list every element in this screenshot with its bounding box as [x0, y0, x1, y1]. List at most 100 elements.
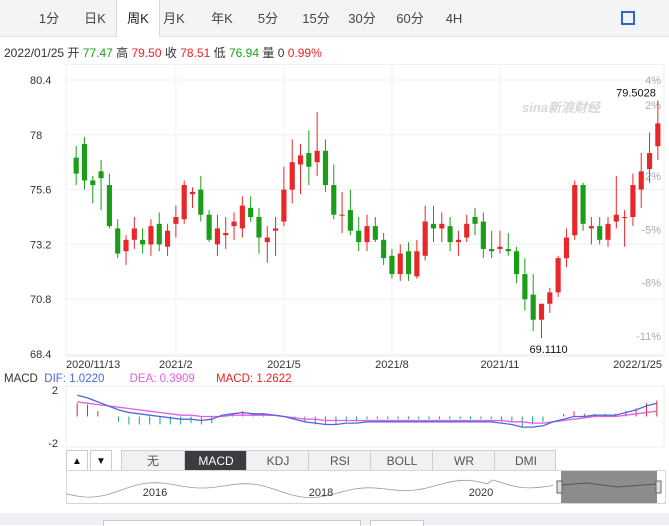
navigator-handle-right[interactable]	[655, 480, 662, 494]
tab-1[interactable]: 日K	[80, 0, 110, 36]
max-annotation: 79.5028	[616, 88, 656, 100]
candle-body	[314, 150, 320, 163]
candle-body	[389, 255, 395, 275]
indicator-rsi[interactable]: RSI	[308, 451, 371, 471]
candle-body	[638, 171, 644, 190]
kline-chart[interactable]: 80.4 78 75.6 73.2 70.8 68.4 4% 2% -2% -5% -8% -11% 2…	[0, 64, 669, 450]
fullscreen-icon[interactable]	[621, 11, 635, 25]
candle-body	[505, 248, 511, 252]
candle-body	[538, 303, 545, 320]
candle-body	[306, 153, 312, 167]
indicator-macd[interactable]: MACD	[184, 451, 247, 471]
candle-body	[364, 226, 370, 243]
bottom-input-right[interactable]	[370, 520, 424, 526]
y-tick-label: 78	[30, 130, 42, 142]
quote-date: 2022/01/25	[4, 46, 65, 60]
navigator-selection[interactable]	[561, 471, 657, 503]
tab-5[interactable]: 5分	[254, 0, 282, 36]
candle-body	[106, 185, 112, 227]
candle-body	[98, 171, 104, 179]
close-label: 收	[164, 46, 177, 60]
watermark: sina新浪财经	[522, 100, 602, 115]
dea-legend: DEA: 0.3909	[129, 373, 195, 385]
candle-body	[214, 228, 220, 245]
close-value: 78.51	[180, 46, 211, 60]
tab-2[interactable]: 周K	[116, 0, 160, 37]
tab-6[interactable]: 15分	[300, 0, 332, 36]
quote-line: 2022/01/25 开 77.47 高 79.50 收 78.51 低 76.…	[4, 44, 322, 61]
candle-body	[90, 180, 96, 186]
x-tick-label: 2020/11/13	[66, 359, 120, 371]
candle-body	[223, 232, 229, 236]
candle-body	[405, 251, 412, 275]
candle-body	[430, 223, 437, 229]
y-tick-label: 73.2	[30, 239, 51, 251]
tab-8[interactable]: 60分	[394, 0, 426, 36]
dif-line	[77, 394, 657, 428]
tab-0[interactable]: 1分	[35, 0, 63, 36]
indicator-boll[interactable]: BOLL	[370, 451, 433, 471]
y-tick-label: 68.4	[30, 349, 51, 361]
change-percent: 0.99%	[287, 46, 322, 60]
tab-7[interactable]: 30分	[346, 0, 378, 36]
arrow-down-button[interactable]: ▼	[90, 450, 112, 472]
pct-tick-label: 4%	[645, 75, 661, 87]
indicator-wr[interactable]: WR	[432, 451, 495, 471]
tab-3[interactable]: 月K	[160, 0, 188, 36]
candle-body	[588, 226, 594, 229]
candle-body	[455, 239, 461, 243]
macd-y-tick: -2	[48, 438, 58, 450]
candle-body	[464, 223, 470, 238]
arrow-up-button[interactable]: ▲	[66, 450, 88, 472]
candle-body	[414, 251, 420, 277]
indicator-kdj[interactable]: KDJ	[246, 451, 309, 471]
pct-tick-label: -8%	[641, 278, 661, 290]
high-label: 高	[116, 46, 129, 60]
navigator-handle-left[interactable]	[556, 480, 563, 494]
navigator-year-label: 2018	[309, 487, 333, 499]
x-tick-label: 2021/11	[480, 359, 519, 371]
candle-body	[563, 237, 570, 259]
candle-body	[231, 221, 237, 227]
navigator-year-label: 2016	[143, 487, 167, 499]
low-label: 低	[213, 46, 226, 60]
candle-body	[239, 205, 245, 229]
range-navigator[interactable]: 2016 2018 2020	[66, 470, 666, 504]
candle-body	[522, 274, 528, 300]
pct-tick-label: -2%	[641, 171, 661, 183]
x-tick-label: 2021/8	[375, 359, 409, 371]
candle-body	[489, 248, 495, 252]
candle-body	[372, 226, 378, 240]
candle-body	[613, 214, 619, 222]
candle-body	[580, 185, 586, 224]
y-tick-label: 80.4	[30, 75, 51, 87]
macd-legend: MACD DIF: 1.0220 DEA: 0.3909 MACD: 1.262…	[4, 373, 292, 385]
indicator-dmi[interactable]: DMI	[494, 451, 557, 471]
candle-body	[173, 217, 179, 224]
bottom-input-left[interactable]	[103, 520, 361, 526]
min-annotation: 69.1110	[530, 344, 568, 356]
x-tick-label: 2022/1/25	[613, 359, 662, 371]
candle-body	[73, 157, 79, 174]
y-tick-label: 75.6	[30, 185, 51, 197]
candle-body	[422, 221, 428, 256]
candle-body	[164, 230, 171, 247]
candle-body	[248, 207, 254, 217]
tab-9[interactable]: 4H	[440, 0, 468, 36]
indicator-无[interactable]: 无	[122, 451, 184, 471]
candle-body	[472, 217, 478, 224]
candle-body	[281, 189, 287, 222]
dif-legend: DIF: 1.0220	[44, 373, 105, 385]
candle-body	[198, 189, 204, 215]
candle-body	[622, 217, 628, 218]
candle-body	[605, 223, 611, 240]
candle-body	[206, 214, 212, 240]
candle-body	[81, 143, 88, 181]
pct-tick-label: 2%	[645, 100, 661, 112]
dea-line	[77, 401, 657, 424]
tab-4[interactable]: 年K	[208, 0, 236, 36]
candle-body	[322, 150, 329, 186]
y-tick-label: 70.8	[30, 294, 51, 306]
candle-body	[547, 292, 553, 304]
navigator-year-label: 2020	[469, 487, 493, 499]
